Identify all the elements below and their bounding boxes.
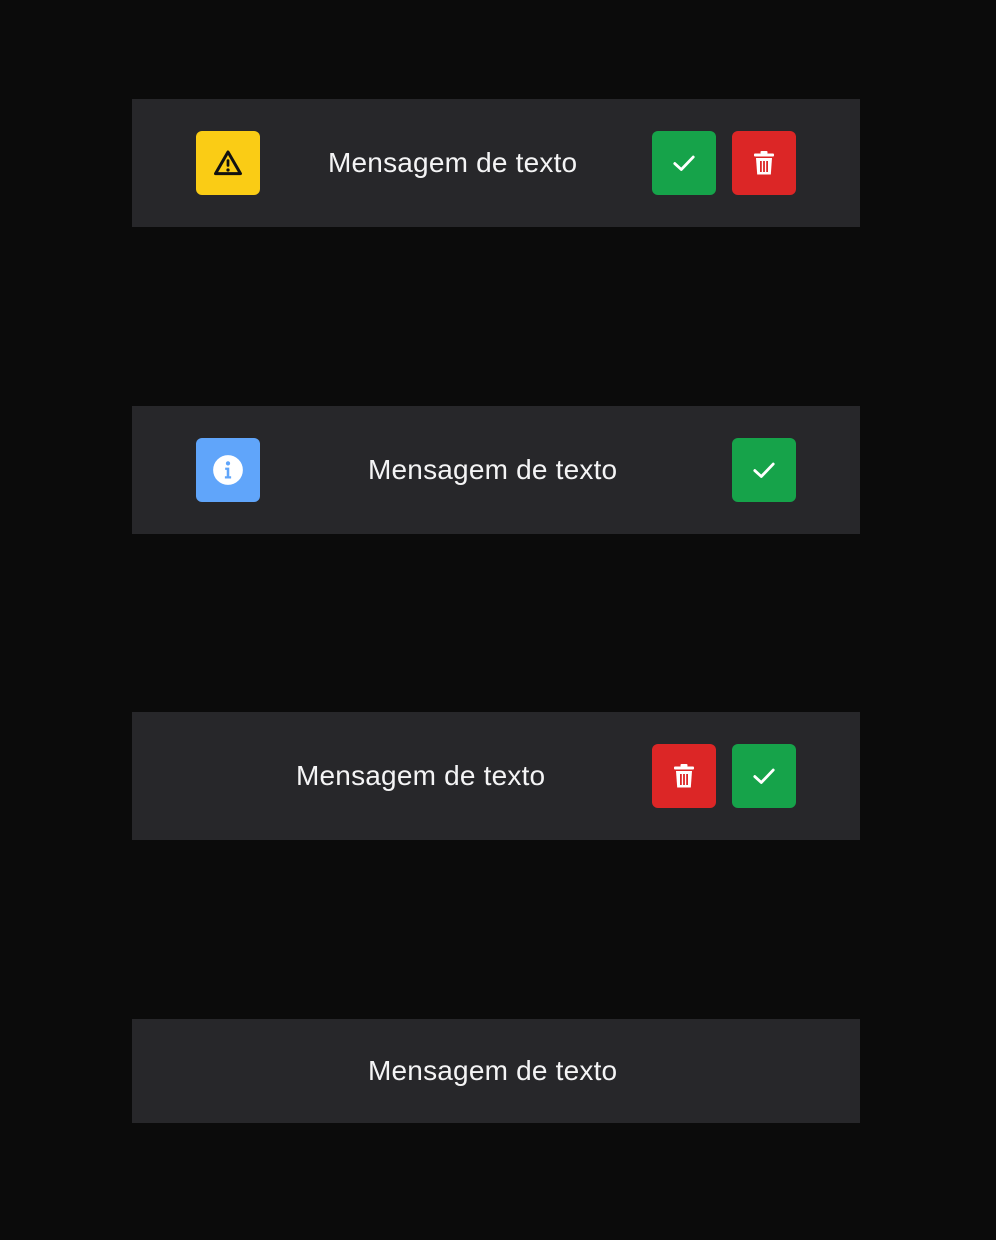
toast-actions: Mensagem de texto bbox=[132, 712, 860, 840]
trash-icon bbox=[674, 764, 694, 788]
check-icon bbox=[673, 155, 695, 171]
delete-button[interactable] bbox=[732, 131, 796, 195]
toast-message: Mensagem de texto bbox=[368, 454, 618, 485]
check-icon bbox=[753, 768, 775, 784]
info-badge bbox=[196, 438, 260, 502]
toast-message: Mensagem de texto bbox=[368, 1055, 618, 1086]
toast-plain: Mensagem de texto bbox=[132, 1019, 860, 1123]
trash-icon bbox=[754, 151, 774, 175]
check-icon bbox=[753, 462, 775, 478]
toast-warning: Mensagem de texto bbox=[132, 99, 860, 227]
warning-badge bbox=[196, 131, 260, 195]
toast-info: Mensagem de texto bbox=[132, 406, 860, 534]
confirm-button[interactable] bbox=[732, 744, 796, 808]
delete-button[interactable] bbox=[652, 744, 716, 808]
confirm-button[interactable] bbox=[732, 438, 796, 502]
info-circle-icon bbox=[213, 455, 243, 485]
toast-message: Mensagem de texto bbox=[296, 760, 546, 791]
confirm-button[interactable] bbox=[652, 131, 716, 195]
toast-message: Mensagem de texto bbox=[328, 147, 578, 178]
warning-triangle-icon bbox=[214, 150, 242, 176]
